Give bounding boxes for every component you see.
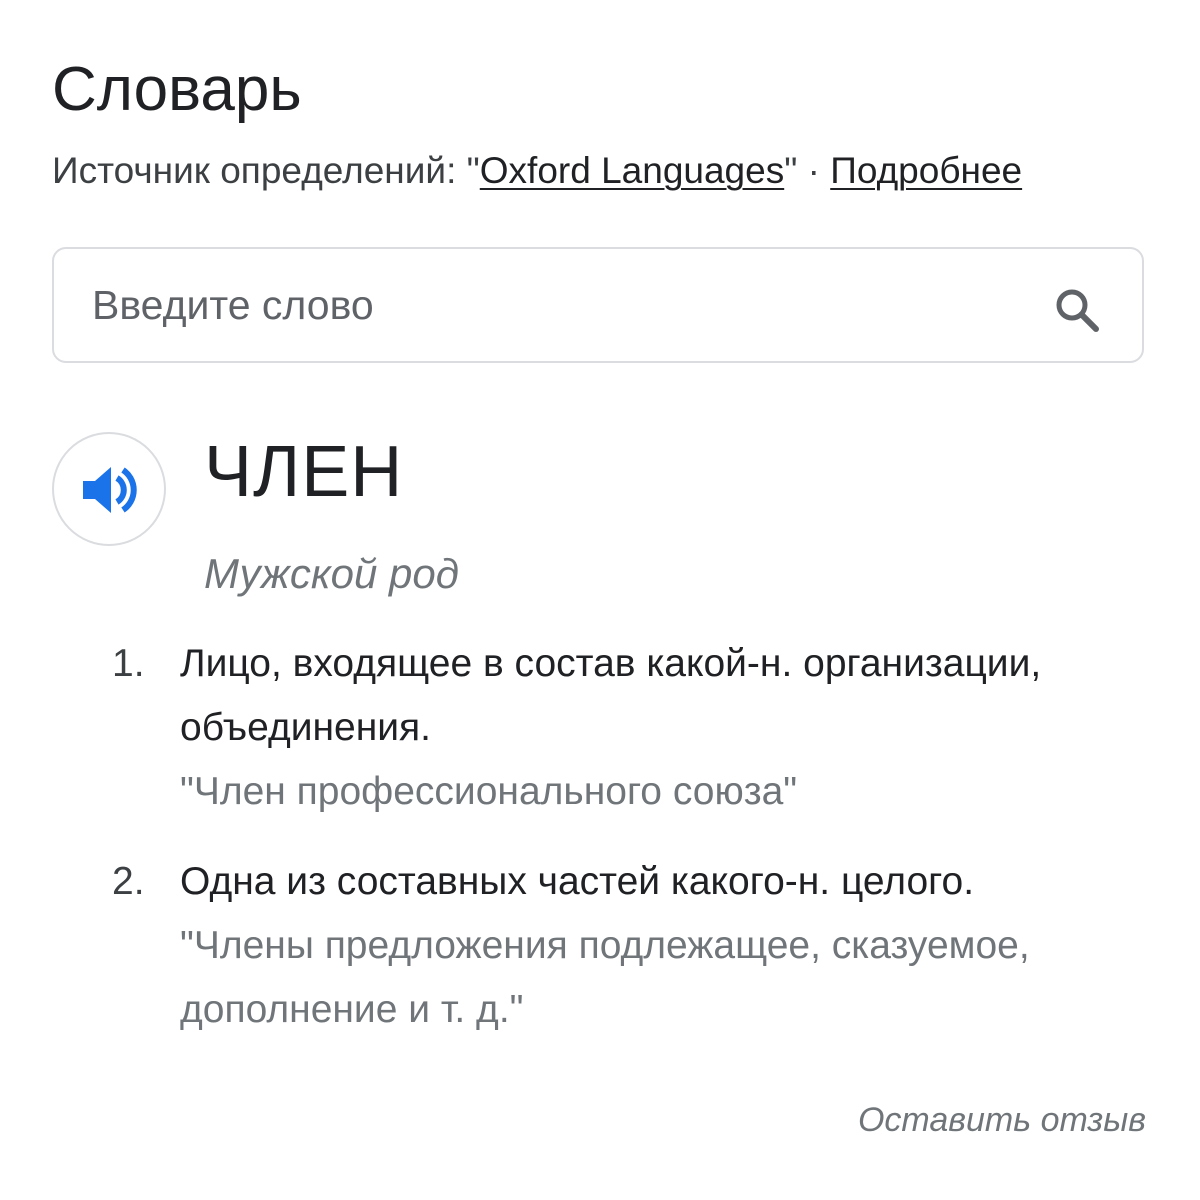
dictionary-card: Словарь Источник определений: "Oxford La… (0, 0, 1200, 1200)
definition-body: Лицо, входящее в состав какой-н. организ… (180, 632, 1160, 824)
definition-number: 2. (112, 860, 145, 903)
oxford-languages-link[interactable]: Oxford Languages (480, 150, 784, 191)
source-prefix: Источник определений: " (52, 150, 480, 191)
feedback-link[interactable]: Оставить отзыв (858, 1098, 1146, 1142)
definition-number: 1. (112, 642, 145, 685)
search-box[interactable] (52, 247, 1144, 363)
source-suffix: " · (784, 150, 831, 191)
source-line: Источник определений: "Oxford Languages"… (52, 148, 1022, 194)
more-info-link[interactable]: Подробнее (830, 150, 1022, 191)
headword: ЧЛЕН (204, 432, 404, 512)
speaker-icon (83, 467, 137, 513)
definition-example: "Член профессионального союза" (180, 770, 798, 813)
grammatical-gender: Мужской род (204, 550, 459, 597)
pronunciation-audio-button[interactable] (52, 432, 166, 546)
dictionary-title: Словарь (52, 55, 302, 124)
definition-example: "Члены предложения подлежащее, сказуемое… (180, 924, 1030, 1031)
definition-body: Одна из составных частей какого-н. целог… (180, 850, 1160, 1042)
search-icon[interactable] (1054, 287, 1100, 333)
definition-text: Лицо, входящее в состав какой-н. организ… (180, 642, 1042, 749)
search-input[interactable] (92, 273, 1032, 337)
definition-text: Одна из составных частей какого-н. целог… (180, 860, 975, 903)
